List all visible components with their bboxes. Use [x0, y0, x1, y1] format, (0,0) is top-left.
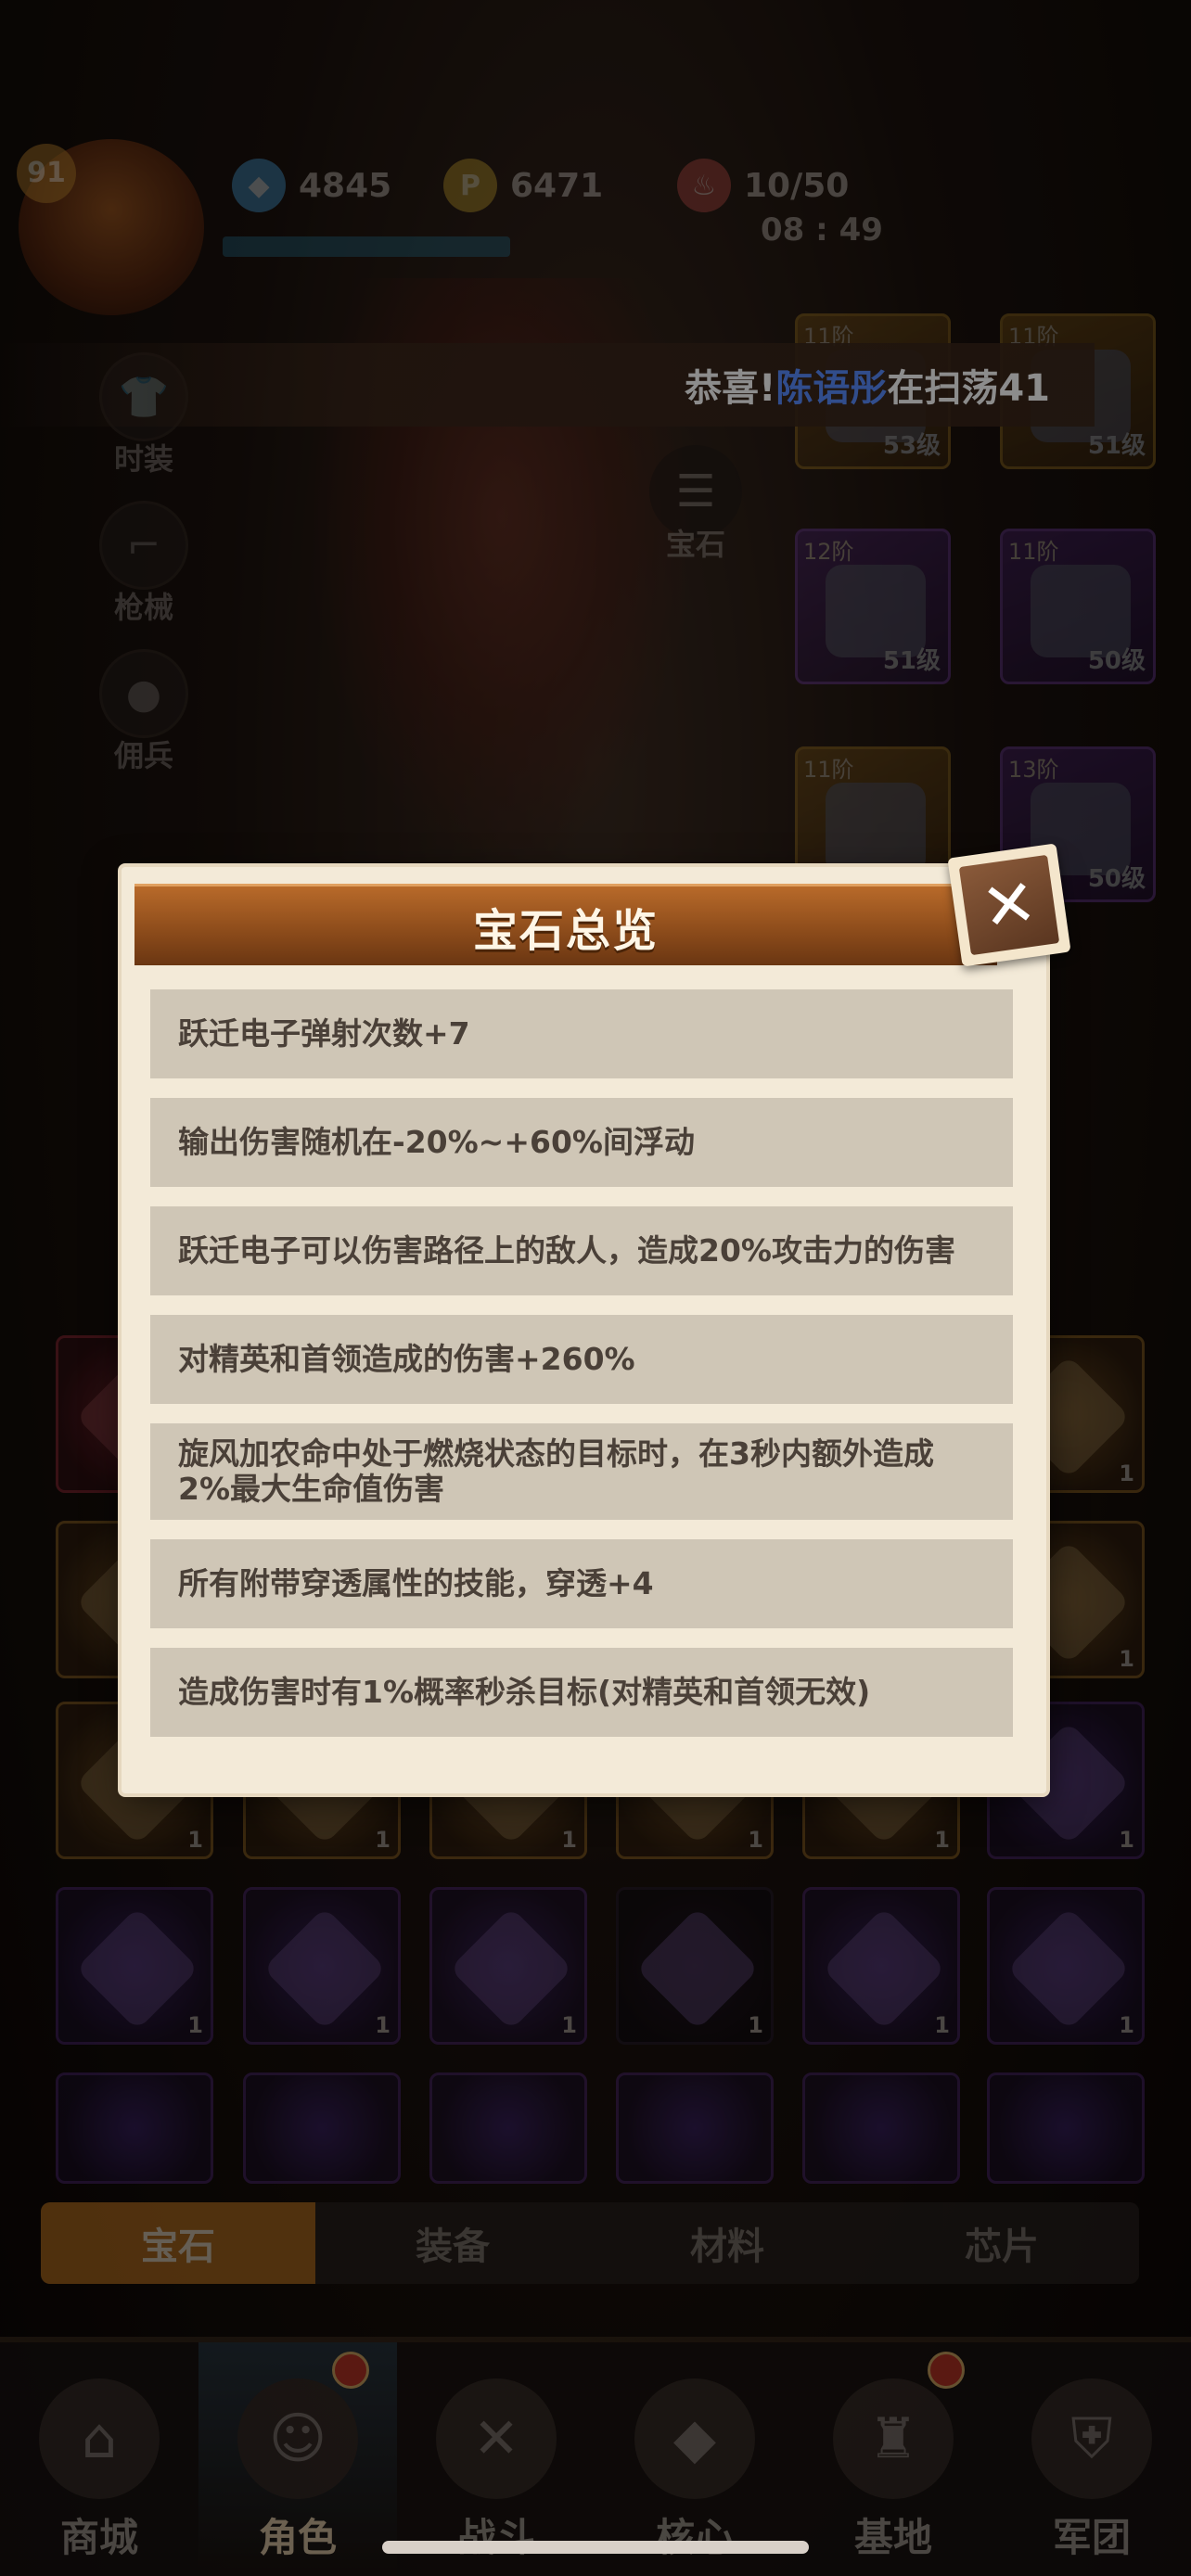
- gem-effect-row: 旋风加农命中处于燃烧状态的目标时，在3秒内额外造成2%最大生命值伤害: [150, 1423, 1013, 1520]
- close-icon: ✕: [958, 854, 1060, 956]
- gem-effects-list: 跃迁电子弹射次数+7 输出伤害随机在-20%~+60%间浮动 跃迁电子可以伤害路…: [150, 989, 1013, 1756]
- gem-effect-row: 造成伤害时有1%概率秒杀目标(对精英和首领无效): [150, 1648, 1013, 1737]
- close-button[interactable]: ✕: [947, 843, 1071, 967]
- gem-effect-row: 对精英和首领造成的伤害+260%: [150, 1315, 1013, 1404]
- gem-effect-row: 输出伤害随机在-20%~+60%间浮动: [150, 1098, 1013, 1187]
- gem-effect-row: 跃迁电子弹射次数+7: [150, 989, 1013, 1078]
- modal-header: 宝石总览: [134, 884, 997, 965]
- home-indicator: [382, 2541, 809, 2554]
- modal-title: 宝石总览: [472, 904, 659, 957]
- gem-effect-row: 跃迁电子可以伤害路径上的敌人，造成20%攻击力的伤害: [150, 1206, 1013, 1295]
- gem-effect-row: 所有附带穿透属性的技能，穿透+4: [150, 1539, 1013, 1628]
- gem-overview-modal: 宝石总览 ✕ 跃迁电子弹射次数+7 输出伤害随机在-20%~+60%间浮动 跃迁…: [122, 843, 1071, 1793]
